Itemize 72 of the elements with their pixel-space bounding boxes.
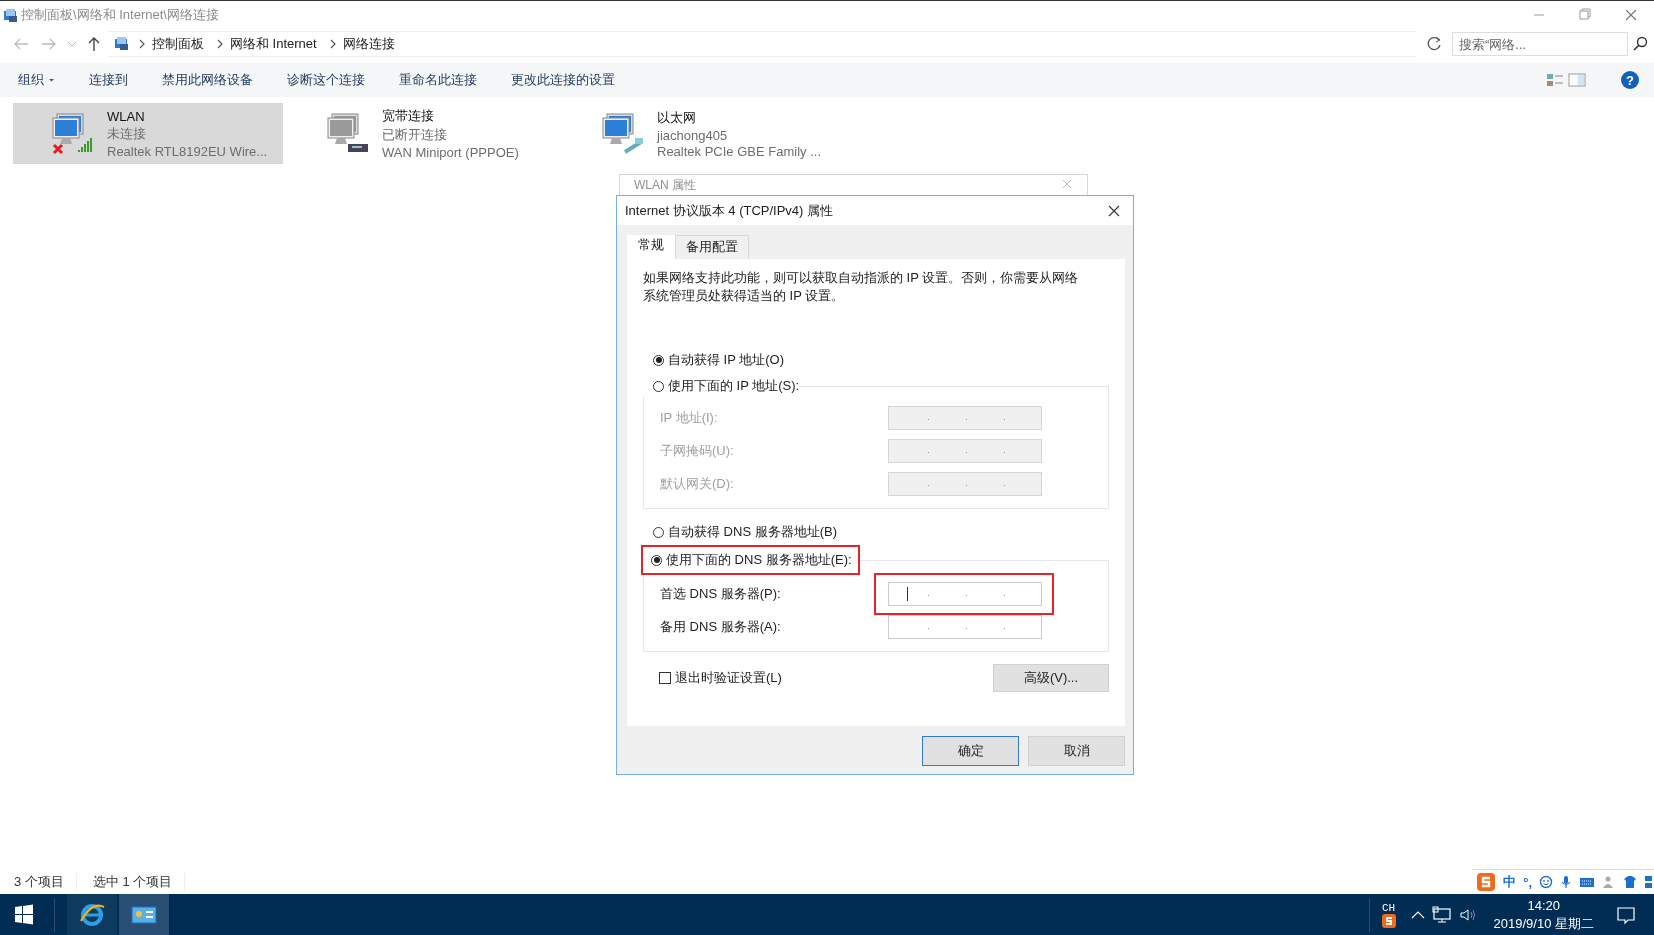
breadcrumb-link[interactable]: 网络连接 (342, 35, 395, 53)
breadcrumb-link[interactable]: 网络和 Internet (230, 35, 317, 53)
ok-button[interactable]: 确定 (922, 736, 1019, 766)
clock[interactable]: 14:20 2019/9/10 星期二 (1493, 896, 1594, 933)
description-text: 如果网络支持此功能，则可以获取自动指派的 IP 设置。否则，你需要从网络系统管理员处获得适当的 IP 设置。 (643, 269, 1080, 305)
folder-icon (3, 7, 18, 23)
radio-button[interactable]: 自动获得 DNS 服务器地址(B) (643, 521, 1109, 543)
connection-name: 以太网 (657, 108, 697, 127)
radio-button[interactable]: 使用下面的 DNS 服务器地址(E): (643, 547, 858, 573)
chevron-icon (138, 39, 146, 49)
chevron-icon (328, 39, 337, 49)
breadcrumb-link[interactable]: 控制面板 (152, 35, 204, 53)
field-label: 首选 DNS 服务器(P): (660, 584, 782, 603)
tab[interactable]: 常规 (627, 235, 675, 259)
advanced-button[interactable]: 高级(V)... (993, 664, 1109, 692)
command-button[interactable]: 禁用此网络设备 (154, 67, 261, 93)
sogou-logo-icon (1381, 913, 1396, 928)
command-button[interactable]: 更改此连接的设置 (503, 67, 623, 93)
search-icon (1632, 36, 1648, 52)
selection-count: 选中 1 个项目 (86, 873, 186, 891)
field-label: 备用 DNS 服务器(A): (660, 617, 782, 636)
search-field[interactable]: 搜索“网络... (1452, 32, 1628, 56)
keyboard-icon[interactable] (1579, 876, 1595, 888)
command-button[interactable]: 连接到 (81, 67, 136, 93)
connection-status: 已断开连接 (382, 126, 448, 144)
taskbar-app[interactable] (119, 894, 169, 935)
help-icon[interactable]: ? (1620, 70, 1640, 90)
taskbar-app[interactable] (67, 894, 117, 935)
notification-icon[interactable] (1616, 904, 1636, 925)
address-field[interactable]: 控制面板 网络和 Internet 网络连接 (108, 31, 1416, 57)
adapter-name: Realtek RTL8192EU Wire... (107, 143, 268, 159)
field-label: IP 地址(I): (660, 408, 719, 427)
punctuation-toggle[interactable]: °, (1523, 874, 1532, 890)
radio-button[interactable]: 自动获得 IP 地址(O) (643, 349, 1109, 371)
ip-address-field[interactable] (888, 614, 1042, 639)
control-panel-icon (131, 904, 157, 925)
shirt-icon[interactable] (1623, 875, 1637, 889)
field-label: 默认网关(D): (660, 474, 735, 493)
chevron-icon (216, 39, 224, 49)
command-button[interactable]: 组织 (10, 67, 63, 93)
microphone-icon[interactable] (1560, 875, 1572, 889)
ip-address-field[interactable] (888, 581, 1042, 606)
connection-item[interactable]: WLAN 未连接 Realtek RTL8192EU Wire... (13, 103, 283, 164)
field-label: 子网掩码(U): (660, 441, 735, 460)
connection-name: WLAN (107, 108, 146, 124)
dropdown-caret-icon (48, 77, 55, 83)
view-options-icon[interactable] (1546, 72, 1564, 88)
connection-item[interactable]: 宽带连接 已断开连接 WAN Miniport (PPPOE) (288, 103, 558, 164)
tab[interactable]: 备用配置 (675, 235, 749, 259)
window-title: 控制面板\网络和 Internet\网络连接 (21, 6, 219, 24)
language-indicator[interactable]: CH (1381, 901, 1396, 914)
dialog-title: Internet 协议版本 4 (TCP/IPv4) 属性 (625, 201, 834, 220)
connection-name: 宽带连接 (382, 107, 435, 125)
adapter-name: WAN Miniport (PPPOE) (382, 145, 519, 160)
command-button[interactable]: 诊断这个连接 (279, 67, 373, 93)
checkbox[interactable]: 退出时验证设置(L) (659, 669, 782, 687)
wireless-adapter-icon (51, 111, 95, 156)
smiley-icon[interactable] (1539, 875, 1553, 889)
item-count: 3 个项目 (8, 873, 77, 891)
connection-status: 未连接 (107, 124, 147, 143)
adapter-name: Realtek PCIe GBE Family ... (657, 143, 821, 159)
grid-icon[interactable] (1644, 875, 1654, 889)
input-mode-toggle[interactable]: 中 (1503, 873, 1517, 891)
close-icon[interactable] (1107, 203, 1121, 218)
connection-status: jiachong405 (657, 127, 729, 143)
ethernet-adapter-icon (601, 111, 645, 156)
cancel-button[interactable]: 取消 (1028, 736, 1125, 766)
command-button[interactable]: 重命名此连接 (391, 67, 485, 93)
connection-item[interactable]: 以太网 jiachong405 Realtek PCIe GBE Family ... (563, 103, 833, 164)
dialog-title: WLAN 属性 (634, 178, 696, 192)
network-icon[interactable] (1431, 905, 1452, 924)
radio-button[interactable]: 使用下面的 IP 地址(S): (643, 375, 800, 397)
